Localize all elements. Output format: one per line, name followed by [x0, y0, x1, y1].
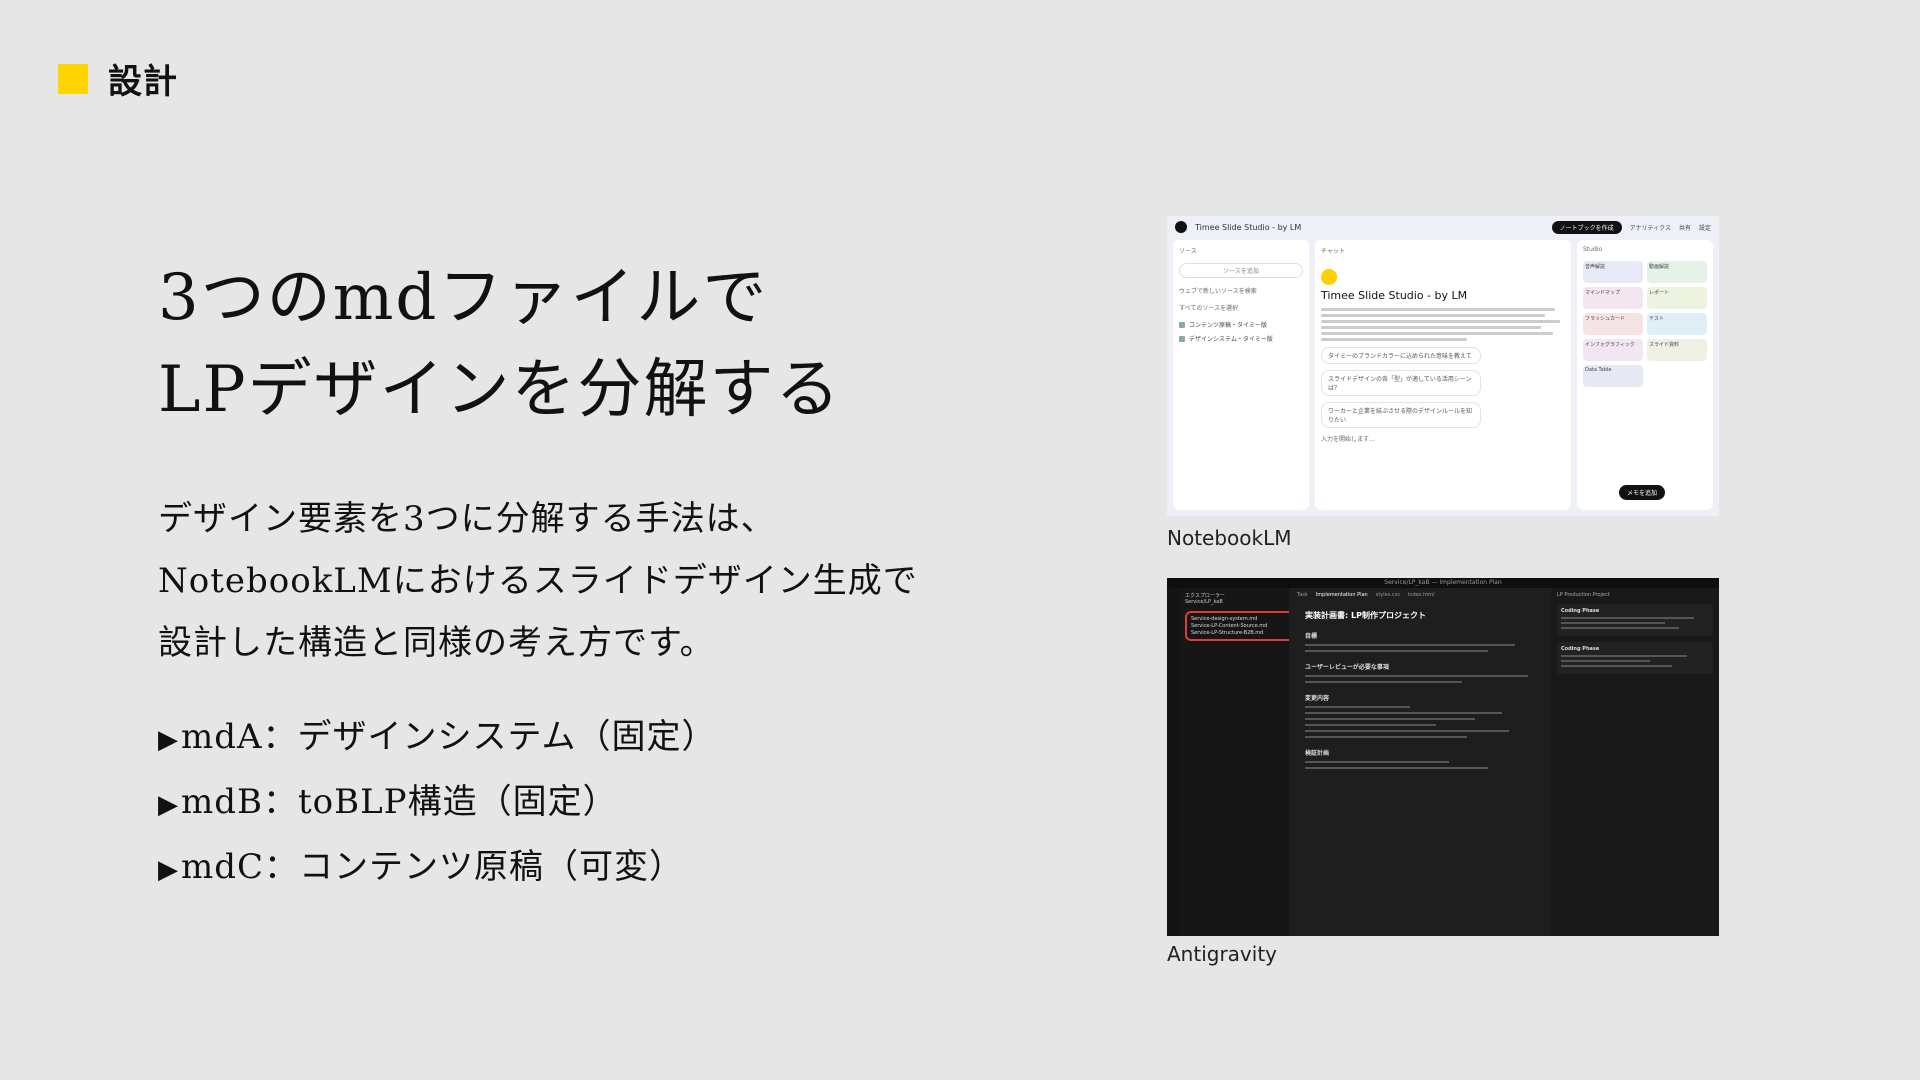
agent-panel: LP Production Project Coding Phase Codin… — [1551, 588, 1719, 936]
plan-section: 目標 — [1305, 633, 1318, 640]
notebooklm-caption: NotebookLM — [1167, 526, 1292, 550]
studio-tile: テスト — [1647, 313, 1707, 335]
explorer-folder: Service/LP_kaB — [1185, 599, 1223, 605]
create-notebook-button: ノートブックを作成 — [1551, 220, 1622, 234]
section-label: 設計 — [58, 54, 178, 103]
bullet-list: ▶mdA：デザインシステム（固定） ▶mdB：toBLP構造（固定） ▶mdC：… — [158, 706, 717, 901]
bullet-text: mdB：toBLP構造（固定） — [181, 782, 618, 822]
bullet-text: mdC：コンテンツ原稿（可変） — [181, 847, 685, 887]
notebooklm-screenshot: Timee Slide Studio - by LM ノートブックを作成 アナリ… — [1167, 216, 1719, 516]
antigravity-screenshot: Service/LP_kaB — Implementation Plan エクス… — [1167, 578, 1719, 936]
section-marker — [58, 63, 88, 94]
slide-title-line1: 3つのmdファイルで — [158, 261, 769, 335]
tab-index: index.html — [1407, 592, 1435, 598]
suggestion-chip: スライドデザインの各「型」が適している活用シーンは？ — [1321, 370, 1482, 396]
file-item: Service-LP-Content-Source.md — [1191, 623, 1268, 629]
agent-card-title: Coding Phase — [1561, 646, 1600, 652]
body-paragraph: デザイン要素を3つに分解する手法は、 NotebookLMにおけるスライドデザイ… — [158, 488, 918, 674]
bullet-item-mdb: ▶mdB：toBLP構造（固定） — [158, 771, 717, 836]
studio-tile: スライド資料 — [1647, 339, 1707, 361]
editor-panel: Task Implementation Plan styles.css inde… — [1289, 588, 1567, 936]
antigravity-caption: Antigravity — [1167, 942, 1277, 966]
studio-tile: 動画解説 — [1647, 261, 1707, 283]
file-item: Service-design-system.md — [1191, 616, 1258, 622]
sources-header: ソース — [1179, 248, 1197, 255]
agent-card: Coding Phase — [1557, 604, 1713, 636]
plan-section: 検証計画 — [1305, 750, 1330, 757]
source-file-icon — [1179, 321, 1185, 328]
sources-panel: ソース ソースを追加 ウェブで新しいソースを検索 すべてのソースを選択 コンテン… — [1173, 240, 1309, 510]
plan-section: ユーザーレビューが必要な事項 — [1305, 664, 1389, 671]
tab-implementation-plan: Implementation Plan — [1315, 592, 1368, 598]
bullet-arrow-icon: ▶ — [158, 790, 179, 820]
studio-tile: 音声解説 — [1583, 261, 1643, 283]
suggestion-chip: ワーカーと企業を結ぶさせる際のデザインルールを知りたい — [1321, 402, 1482, 428]
editor-tabs: Task Implementation Plan styles.css inde… — [1297, 592, 1559, 598]
bullet-arrow-icon: ▶ — [158, 725, 179, 755]
chat-panel: チャット Timee Slide Studio - by LM タイミーのブラン… — [1315, 240, 1571, 510]
notebooklm-topbar: Timee Slide Studio - by LM ノートブックを作成 アナリ… — [1167, 216, 1719, 238]
source-item: デザインシステム・タイミー版 — [1179, 334, 1303, 343]
notebook-emoji-icon — [1321, 269, 1337, 285]
bullet-text: mdA：デザインシステム（固定） — [181, 717, 717, 757]
plan-text — [1297, 761, 1559, 769]
studio-panel: Studio 音声解説 動画解説 マインドマップ レポート フラッシュカード テ… — [1577, 240, 1713, 510]
source-item-label: デザインシステム・タイミー版 — [1189, 336, 1273, 343]
studio-tile: Data Table — [1583, 365, 1643, 387]
agent-card: Coding Phase — [1557, 642, 1713, 674]
slide-title: 3つのmdファイルで LPデザインを分解する — [158, 252, 842, 436]
bullet-arrow-icon: ▶ — [158, 855, 179, 885]
source-item-label: コンテンツ原稿・タイミー版 — [1189, 322, 1268, 329]
plan-text — [1297, 706, 1559, 738]
notebooklm-panels: ソース ソースを追加 ウェブで新しいソースを検索 すべてのソースを選択 コンテン… — [1173, 240, 1713, 510]
studio-header: Studio — [1583, 246, 1603, 253]
plan-text — [1297, 675, 1559, 683]
source-search: ウェブで新しいソースを検索 — [1179, 288, 1257, 295]
studio-tile: フラッシュカード — [1583, 313, 1643, 335]
chat-header: チャット — [1321, 248, 1345, 255]
add-note-button: メモを追加 — [1619, 485, 1666, 500]
select-all-sources: すべてのソースを選択 — [1179, 305, 1239, 312]
tool-settings: 設定 — [1698, 224, 1711, 232]
body-line1: デザイン要素を3つに分解する手法は、 — [158, 499, 776, 539]
chat-title: Timee Slide Studio - by LM — [1321, 289, 1468, 302]
slide-title-line2: LPデザインを分解する — [158, 353, 842, 427]
studio-tile: マインドマップ — [1583, 287, 1643, 309]
highlighted-files: Service-design-system.md Service-LP-Cont… — [1185, 611, 1295, 641]
suggestion-chip: タイミーのブランドカラーに込められた意味を教えて — [1321, 347, 1482, 364]
studio-tile: レポート — [1647, 287, 1707, 309]
source-item: コンテンツ原稿・タイミー版 — [1179, 320, 1303, 329]
explorer-panel: エクスプローラー Service/LP_kaB Service-design-s… — [1179, 588, 1301, 936]
chat-input: 入力を開始します... — [1321, 436, 1375, 443]
agent-card-title: Coding Phase — [1561, 608, 1600, 614]
notebooklm-window-title: Timee Slide Studio - by LM — [1195, 222, 1302, 232]
bullet-item-mda: ▶mdA：デザインシステム（固定） — [158, 706, 717, 771]
add-source-button: ソースを追加 — [1179, 263, 1303, 278]
agent-panel-title: LP Production Project — [1557, 592, 1610, 598]
tab-task: Task — [1297, 592, 1308, 598]
explorer-label: エクスプローラー — [1185, 593, 1225, 599]
notebooklm-logo-icon — [1175, 221, 1187, 233]
antigravity-titlebar: Service/LP_kaB — Implementation Plan — [1167, 578, 1719, 588]
activity-rail — [1167, 588, 1179, 936]
bullet-item-mdc: ▶mdC：コンテンツ原稿（可変） — [158, 836, 717, 901]
notebooklm-tools: アナリティクス 共有 設定 — [1630, 223, 1711, 232]
plan-title: 実装計画書: LP制作プロジェクト — [1305, 611, 1426, 620]
body-line2: NotebookLMにおけるスライドデザイン生成で — [158, 561, 918, 601]
chat-summary-text — [1321, 308, 1565, 341]
studio-tiles: 音声解説 動画解説 マインドマップ レポート フラッシュカード テスト インフォ… — [1583, 261, 1707, 387]
plan-text — [1297, 644, 1559, 652]
plan-section: 変更内容 — [1305, 695, 1330, 702]
body-line3: 設計した構造と同様の考え方です。 — [158, 623, 715, 663]
tab-styles: styles.css — [1375, 592, 1400, 598]
tool-analytics: アナリティクス — [1629, 224, 1671, 232]
tool-share: 共有 — [1678, 224, 1691, 232]
file-item: Service-LP-Structure-B2B.md — [1191, 630, 1264, 636]
section-label-text: 設計 — [108, 62, 178, 102]
studio-tile: インフォグラフィック — [1583, 339, 1643, 361]
source-file-icon — [1179, 335, 1185, 342]
